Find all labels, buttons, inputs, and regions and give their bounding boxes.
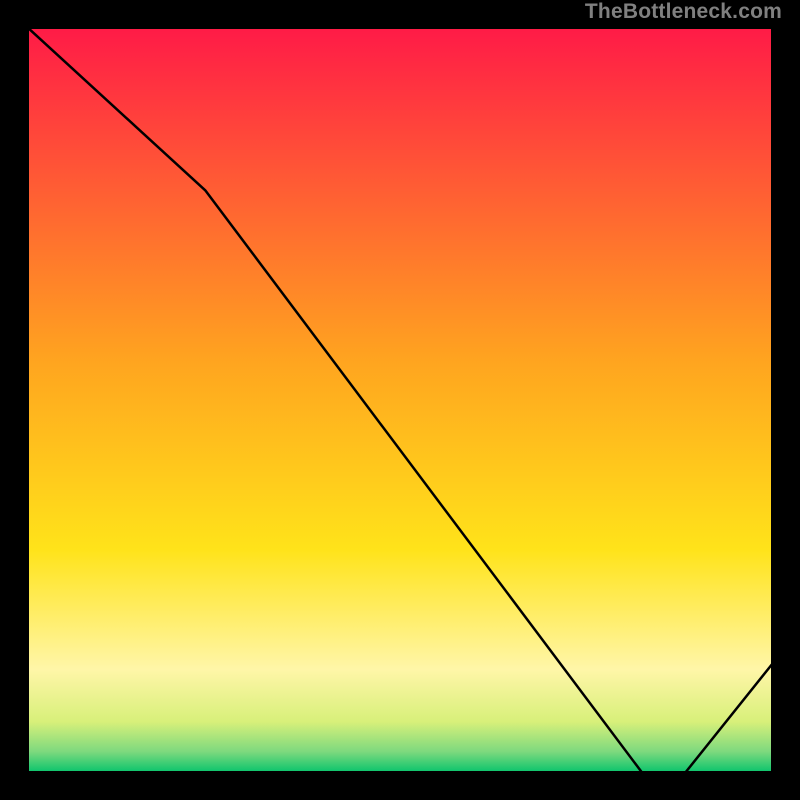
chart-stage: TheBottleneck.com: [0, 0, 800, 800]
plot-area: [26, 26, 774, 774]
chart-background: [26, 26, 774, 774]
plot-svg: [26, 26, 774, 774]
watermark-label: TheBottleneck.com: [585, 0, 782, 24]
